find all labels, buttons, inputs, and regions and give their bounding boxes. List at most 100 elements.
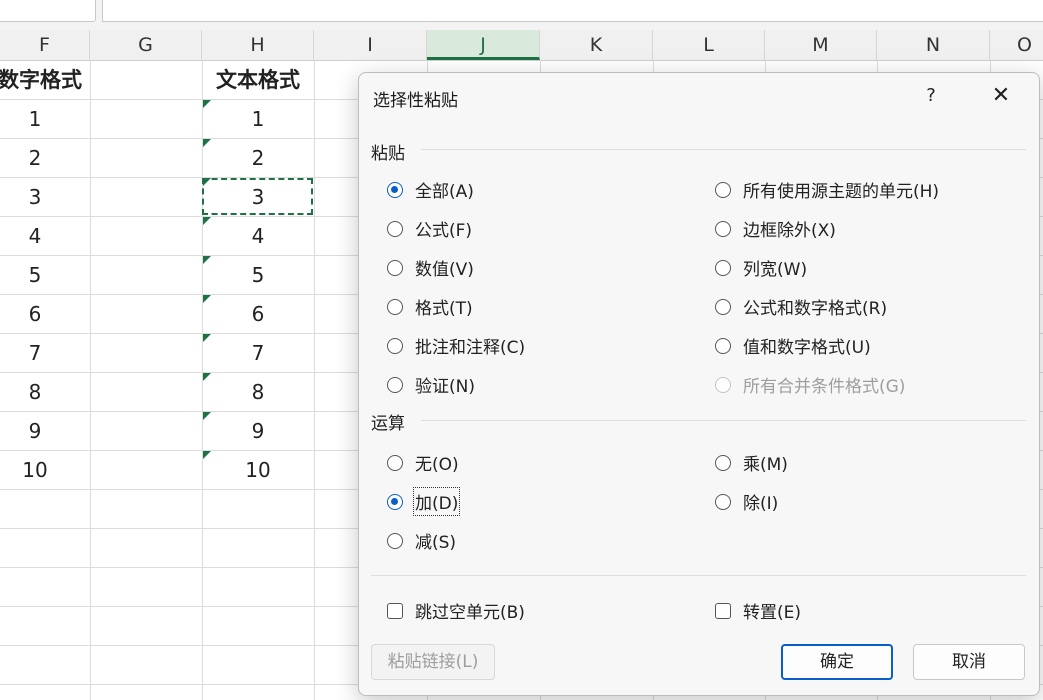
cell-f[interactable]: 6 [0,295,80,333]
column-header-i[interactable]: I [314,30,427,60]
formula-bar-area [0,0,1043,31]
cell-f[interactable]: 8 [0,373,80,411]
cell-f[interactable]: 2 [0,139,80,177]
option-label: 数值(V) [415,260,474,280]
paste-option-values[interactable]: 数值(V) [387,255,474,280]
radio-icon[interactable] [715,337,731,354]
column-headers: F G H I J K L M N O [0,30,1043,61]
checkbox-icon[interactable] [387,602,403,619]
paste-option-formats[interactable]: 格式(T) [387,294,473,319]
skip-blanks-checkbox[interactable]: 跳过空单元(B) [387,598,525,623]
cell-f-header[interactable]: 数字格式 [0,61,120,99]
radio-icon[interactable] [387,376,403,393]
cell-f[interactable]: 10 [0,451,80,489]
radio-icon[interactable] [715,298,731,315]
option-label: 公式(F) [415,221,473,241]
column-header-o[interactable]: O [990,30,1043,60]
option-label: 边框除外(X) [743,221,836,241]
radio-icon[interactable] [715,181,731,198]
radio-icon[interactable] [715,259,731,276]
cell-f[interactable]: 3 [0,178,80,216]
cell-f[interactable]: 9 [0,412,80,450]
radio-icon[interactable] [387,454,403,471]
operation-option-add[interactable]: 加(D) [387,487,461,516]
paste-option-source-theme[interactable]: 所有使用源主题的单元(H) [715,177,939,202]
operation-option-subtract[interactable]: 减(S) [387,528,456,553]
cell-h[interactable]: 1 [202,100,314,138]
paste-option-formulas[interactable]: 公式(F) [387,216,472,241]
option-label: 除(I) [743,494,779,514]
paste-section-label: 粘贴 [371,144,405,164]
help-button[interactable]: ? [919,83,943,109]
paste-option-validation[interactable]: 验证(N) [387,372,475,397]
cell-h[interactable]: 8 [202,373,314,411]
radio-icon[interactable] [715,220,731,237]
paste-link-button: 粘贴链接(L) [371,644,495,680]
option-label: 批注和注释(C) [415,338,526,358]
column-header-l[interactable]: L [653,30,765,60]
radio-icon[interactable] [387,337,403,354]
operation-option-divide[interactable]: 除(I) [715,489,778,514]
ok-button[interactable]: 确定 [781,644,893,680]
paste-option-comments[interactable]: 批注和注释(C) [387,333,525,358]
paste-option-no-borders[interactable]: 边框除外(X) [715,216,836,241]
column-header-k[interactable]: K [540,30,653,60]
column-header-j[interactable]: J [427,30,540,60]
cell-f[interactable]: 7 [0,334,80,372]
option-label: 值和数字格式(U) [743,338,871,358]
cell-f[interactable]: 4 [0,217,80,255]
radio-icon[interactable] [387,298,403,315]
radio-selected-icon[interactable] [387,181,403,198]
option-label: 所有使用源主题的单元(H) [743,182,940,202]
paste-option-all[interactable]: 全部(A) [387,177,474,202]
option-label: 所有合并条件格式(G) [743,377,906,397]
option-label: 公式和数字格式(R) [743,299,888,319]
checkbox-label: 转置(E) [743,603,802,623]
cell-h-header[interactable]: 文本格式 [202,61,314,99]
column-header-g[interactable]: G [90,30,202,60]
copy-selection-marquee [202,178,313,215]
cell-h[interactable]: 5 [202,256,314,294]
cell-h[interactable]: 4 [202,217,314,255]
cell-h[interactable]: 2 [202,139,314,177]
radio-icon[interactable] [387,220,403,237]
option-label: 列宽(W) [743,260,808,280]
paste-option-values-number-formats[interactable]: 值和数字格式(U) [715,333,871,358]
operation-option-none[interactable]: 无(O) [387,450,459,475]
radio-icon[interactable] [387,259,403,276]
cell-h[interactable]: 7 [202,334,314,372]
transpose-checkbox[interactable]: 转置(E) [715,598,801,623]
operation-option-multiply[interactable]: 乘(M) [715,450,788,475]
paste-option-formulas-number-formats[interactable]: 公式和数字格式(R) [715,294,887,319]
paste-section-divider [421,149,1026,150]
operation-section-divider [421,420,1026,421]
radio-icon[interactable] [715,493,731,510]
paste-special-dialog: 选择性粘贴 ? ✕ 粘贴 全部(A) 公式(F) 数值(V) 格式(T) 批注和… [358,72,1040,696]
close-button[interactable]: ✕ [987,83,1015,109]
column-header-m[interactable]: M [765,30,877,60]
radio-icon[interactable] [715,454,731,471]
radio-selected-icon[interactable] [387,493,403,510]
option-label: 格式(T) [415,299,473,319]
paste-option-merge-conditional-formats: 所有合并条件格式(G) [715,372,905,397]
checkbox-divider [371,575,1026,576]
cell-f[interactable]: 1 [0,100,80,138]
radio-icon[interactable] [387,532,403,549]
cell-f[interactable]: 5 [0,256,80,294]
operation-section-label: 运算 [371,414,405,434]
cancel-button[interactable]: 取消 [913,644,1025,680]
checkbox-icon[interactable] [715,602,731,619]
cell-h[interactable]: 9 [202,412,314,450]
cell-h[interactable]: 10 [202,451,314,489]
column-header-h[interactable]: H [202,30,314,60]
formula-input[interactable] [102,0,1043,22]
name-box[interactable] [0,0,96,22]
column-header-n[interactable]: N [877,30,990,60]
paste-option-column-widths[interactable]: 列宽(W) [715,255,807,280]
column-header-f[interactable]: F [0,30,90,60]
option-label: 无(O) [415,455,459,475]
cell-h[interactable]: 6 [202,295,314,333]
option-label: 加(D) [412,487,461,516]
dialog-title: 选择性粘贴 [373,91,458,111]
option-label: 验证(N) [415,377,475,397]
